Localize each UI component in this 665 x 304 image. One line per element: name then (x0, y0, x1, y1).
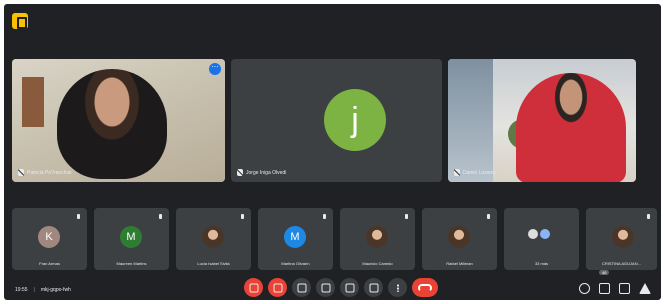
participant-name: Lucía Isabel Sivila (197, 261, 230, 266)
participant-name: Mauricio Canedo (362, 261, 393, 266)
mic-off-icon (237, 169, 243, 176)
mic-off-icon (77, 214, 80, 219)
mic-off-icon (241, 214, 244, 219)
meet-window: Patricia Pe?ranchuk j Jorge Iniga Olvedi… (4, 4, 661, 300)
people-icon[interactable] (599, 283, 610, 294)
others-count: 33 más (534, 261, 549, 266)
small-tile-5[interactable]: Mauricio Canedo (340, 208, 415, 270)
info-icon[interactable] (579, 283, 590, 294)
participant-name-label: Patricia Pe?ranchuk (18, 169, 72, 176)
small-tile-2[interactable]: M Maureen Martins (94, 208, 169, 270)
participant-name: Fran Armas (39, 261, 60, 266)
participant-name-label: Jorge Iniga Olvedi (237, 169, 286, 176)
avatar-photo (612, 226, 634, 248)
small-tile-3[interactable]: Lucía Isabel Sivila (176, 208, 251, 270)
avatar: M (284, 226, 306, 248)
small-tile-4[interactable]: M Martina Olivarín (258, 208, 333, 270)
main-tile-1[interactable]: Patricia Pe?ranchuk (12, 59, 225, 182)
participant-name: Maureen Martins (116, 261, 147, 266)
activities-icon[interactable] (639, 283, 651, 294)
avatar: K (38, 226, 60, 248)
avatar: j (324, 89, 386, 151)
mic-off-icon (647, 214, 650, 219)
avatar (540, 229, 550, 239)
mic-off-icon (159, 214, 162, 219)
avatar (528, 229, 538, 239)
video-feed (448, 59, 636, 182)
separator: | (33, 287, 35, 293)
mic-off-icon (323, 214, 326, 219)
participant-name-label: Daniel Lozano (454, 169, 495, 176)
participant-name: Patricia Pe?ranchuk (27, 169, 72, 176)
participants-badge: 46 (599, 270, 610, 275)
clock: 19:55 (15, 287, 28, 293)
mic-off-icon (18, 169, 24, 176)
chat-icon[interactable] (619, 283, 630, 294)
participant-name: Daniel Lozano (463, 169, 495, 176)
meeting-code: mkj-gqpo-fwh (40, 287, 71, 293)
video-feed (12, 59, 225, 182)
emoji-icon[interactable] (316, 278, 335, 297)
wall-art (22, 77, 44, 127)
mic-off-icon[interactable] (244, 278, 263, 297)
talk-indicator-icon (209, 60, 221, 75)
avatar: M (120, 226, 142, 248)
small-tile-8[interactable]: CRISTINA AGUJAN... (586, 208, 657, 270)
side-panel-controls (579, 283, 651, 294)
more-icon[interactable] (388, 278, 407, 297)
mic-off-icon (454, 169, 460, 176)
captions-icon[interactable] (292, 278, 311, 297)
avatar-photo (448, 226, 470, 248)
participant-video (516, 73, 626, 182)
small-tile-others[interactable]: 33 más (504, 208, 579, 270)
participant-name: Rafael Miliman (446, 261, 473, 266)
mic-off-icon (405, 214, 408, 219)
avatar-photo (202, 226, 224, 248)
others-avatars (528, 229, 550, 239)
hand-icon[interactable] (364, 278, 383, 297)
end-call-icon[interactable] (412, 278, 438, 297)
meeting-info: 19:55 | mkj-gqpo-fwh (15, 287, 71, 293)
participant-name: Jorge Iniga Olvedi (246, 169, 287, 176)
participant-video (57, 69, 167, 179)
participant-name: CRISTINA AGUJAN... (602, 261, 641, 266)
present-icon[interactable] (340, 278, 359, 297)
participant-name: Martina Olivarín (281, 261, 310, 266)
camera-off-icon[interactable] (268, 278, 287, 297)
small-tile-6[interactable]: Rafael Miliman (422, 208, 497, 270)
mic-off-icon (487, 214, 490, 219)
call-controls (244, 278, 438, 297)
main-tile-3[interactable]: Daniel Lozano (448, 59, 636, 182)
small-tile-1[interactable]: K Fran Armas (12, 208, 87, 270)
meet-logo-icon[interactable] (12, 13, 28, 29)
window-background (448, 59, 493, 182)
avatar-photo (366, 226, 388, 248)
main-tile-2[interactable]: j Jorge Iniga Olvedi (231, 59, 442, 182)
